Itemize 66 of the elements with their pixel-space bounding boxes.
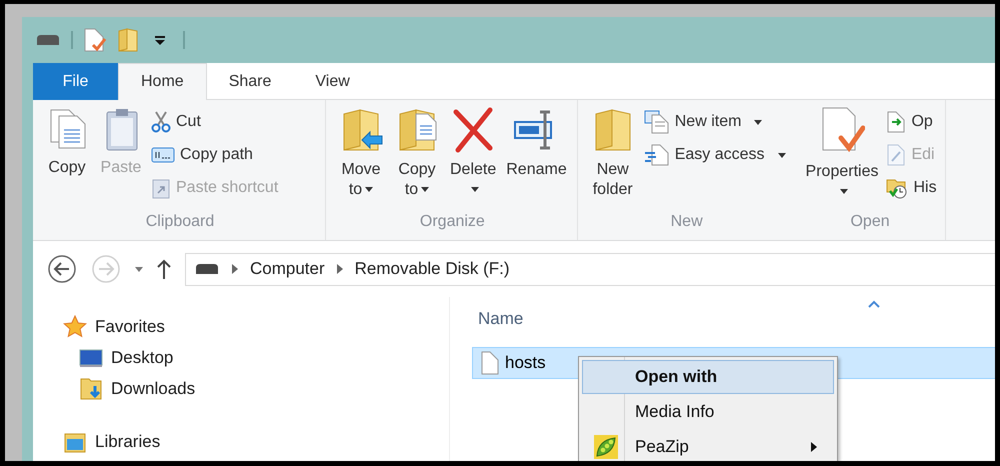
drive-icon (194, 262, 220, 276)
navigation-item[interactable]: Libraries (63, 426, 160, 457)
ribbon-button[interactable]: Delete (448, 104, 498, 202)
ribbon-button[interactable]: Copy (43, 104, 91, 180)
menu-item[interactable]: Open with (582, 360, 834, 394)
caret-icon (840, 189, 848, 194)
caret-icon (754, 120, 762, 124)
ribbon-button[interactable]: New item (644, 107, 786, 137)
clipboard-shortcut-icon (151, 177, 171, 199)
caret-icon (135, 266, 143, 272)
caret-icon (421, 187, 430, 192)
folder-icon (117, 27, 139, 53)
navigation-item[interactable]: Favorites (63, 311, 165, 342)
drive-icon (35, 33, 61, 47)
navigation-item[interactable]: Desktop (79, 342, 174, 373)
ribbon-button[interactable]: Copy path (151, 140, 278, 170)
ribbon-button[interactable]: Cut (151, 107, 278, 137)
ribbon-button[interactable]: Op (886, 107, 937, 137)
ribbon-tab[interactable]: File (33, 63, 118, 100)
sort-ascending-icon (868, 300, 880, 308)
up-button[interactable] (157, 259, 171, 279)
recent-locations-button[interactable] (135, 266, 143, 272)
ribbon-tab[interactable]: Share (206, 63, 294, 100)
star-icon (63, 314, 87, 338)
breadcrumb-item[interactable]: Removable Disk (F:) (354, 259, 510, 279)
ribbon-button[interactable]: New folder (588, 104, 638, 202)
ribbon-button[interactable]: Move to (336, 104, 386, 202)
menu-item[interactable]: PeaZip (582, 430, 834, 461)
back-button[interactable] (47, 254, 77, 284)
folder-download-icon (79, 376, 103, 402)
group-label: Open (849, 212, 891, 232)
scissors-icon (151, 111, 171, 133)
dropdown-icon (155, 35, 165, 45)
monitor-icon (79, 348, 103, 368)
pea-pod-icon (594, 435, 618, 459)
column-header[interactable]: Name (478, 309, 524, 329)
path-field-icon (151, 146, 175, 164)
ribbon-button[interactable]: His (886, 173, 937, 203)
ribbon-button[interactable]: Rename (504, 104, 569, 182)
navigation-item[interactable]: Downloads (79, 373, 196, 404)
caret-icon (470, 187, 479, 192)
group-label: Clipboard (144, 212, 216, 232)
caret-icon (778, 152, 786, 158)
document-arrow-icon (886, 111, 906, 133)
pencil-document-icon (886, 144, 906, 166)
up-arrow-icon (157, 259, 171, 279)
group-label: Organize (418, 212, 486, 232)
group-label: New (670, 212, 704, 232)
ribbon-button[interactable]: Properties (804, 104, 880, 204)
ribbon-tab[interactable]: View (293, 63, 372, 100)
ribbon-button[interactable]: Easy access (644, 140, 786, 170)
new-document-icon (644, 110, 670, 134)
chevron-icon (232, 264, 238, 274)
breadcrumb-item[interactable]: Computer (250, 259, 325, 279)
document-check-icon (83, 27, 107, 53)
customize-toolbar-icon[interactable] (155, 35, 165, 45)
submenu-arrow-icon (811, 442, 817, 452)
menu-item[interactable]: Media Info (582, 395, 834, 429)
ribbon-tab[interactable]: Home (118, 63, 207, 100)
address-field[interactable]: Computer Removable Disk (F:) (185, 252, 995, 286)
chevron-icon (336, 264, 343, 274)
document-lines-icon (644, 143, 670, 167)
ribbon-button[interactable]: Copy to (392, 104, 442, 202)
folder-clock-icon (886, 177, 908, 199)
caret-icon (365, 187, 374, 192)
document-icon (481, 351, 499, 375)
